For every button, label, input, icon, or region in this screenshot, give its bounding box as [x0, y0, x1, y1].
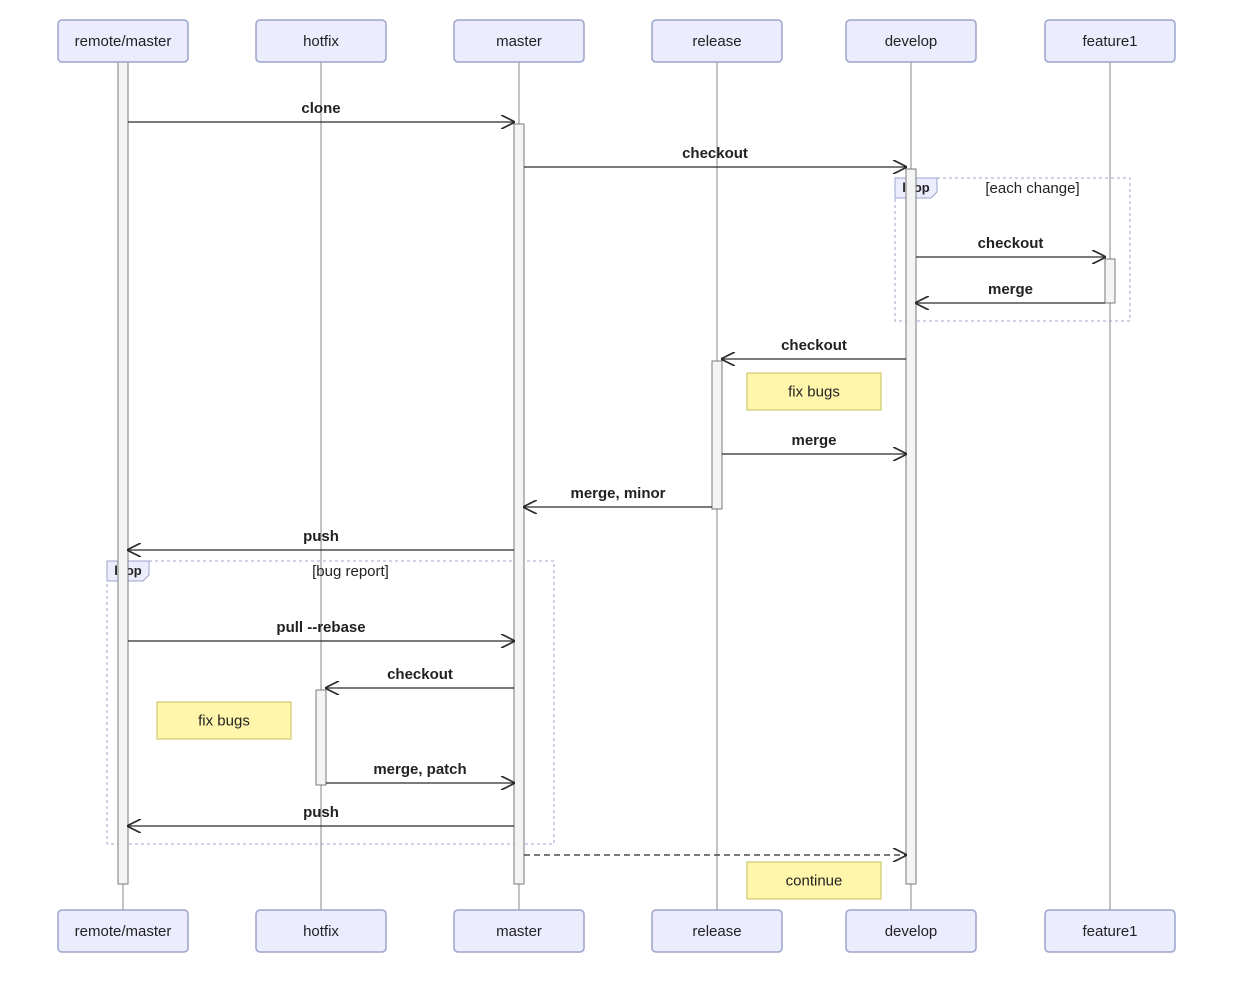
participant-label: release [692, 33, 741, 50]
participant-label: master [496, 33, 542, 50]
message-label: checkout [978, 235, 1044, 252]
participant-label: release [692, 923, 741, 940]
sequence-diagram: loop[each change]loop[bug report] clonec… [0, 0, 1250, 995]
message-label: clone [301, 100, 340, 117]
activation-bar [118, 62, 128, 884]
note-text: continue [786, 872, 843, 889]
loop-condition: [bug report] [312, 563, 389, 580]
activation-bar [514, 124, 524, 884]
message-label: checkout [682, 145, 748, 162]
activation-bar [906, 169, 916, 884]
participant-label: develop [885, 33, 938, 50]
activation-bar [316, 690, 326, 785]
message-label: merge [791, 432, 836, 449]
loop-condition: [each change] [985, 180, 1079, 197]
activation-bar [712, 361, 722, 509]
participant-label: master [496, 923, 542, 940]
message-label: pull --rebase [276, 619, 365, 636]
participant-label: hotfix [303, 33, 339, 50]
participant-label: hotfix [303, 923, 339, 940]
participant-label: feature1 [1082, 33, 1137, 50]
message-label: merge, minor [570, 485, 665, 502]
message-label: push [303, 528, 339, 545]
activation-bar [1105, 259, 1115, 303]
participant-label: remote/master [75, 923, 172, 940]
message-label: checkout [387, 666, 453, 683]
note-text: fix bugs [788, 383, 840, 400]
message-label: push [303, 804, 339, 821]
participant-label: develop [885, 923, 938, 940]
note-text: fix bugs [198, 712, 250, 729]
message-label: merge, patch [373, 761, 466, 778]
participant-label: feature1 [1082, 923, 1137, 940]
participant-label: remote/master [75, 33, 172, 50]
message-label: checkout [781, 337, 847, 354]
message-label: merge [988, 281, 1033, 298]
